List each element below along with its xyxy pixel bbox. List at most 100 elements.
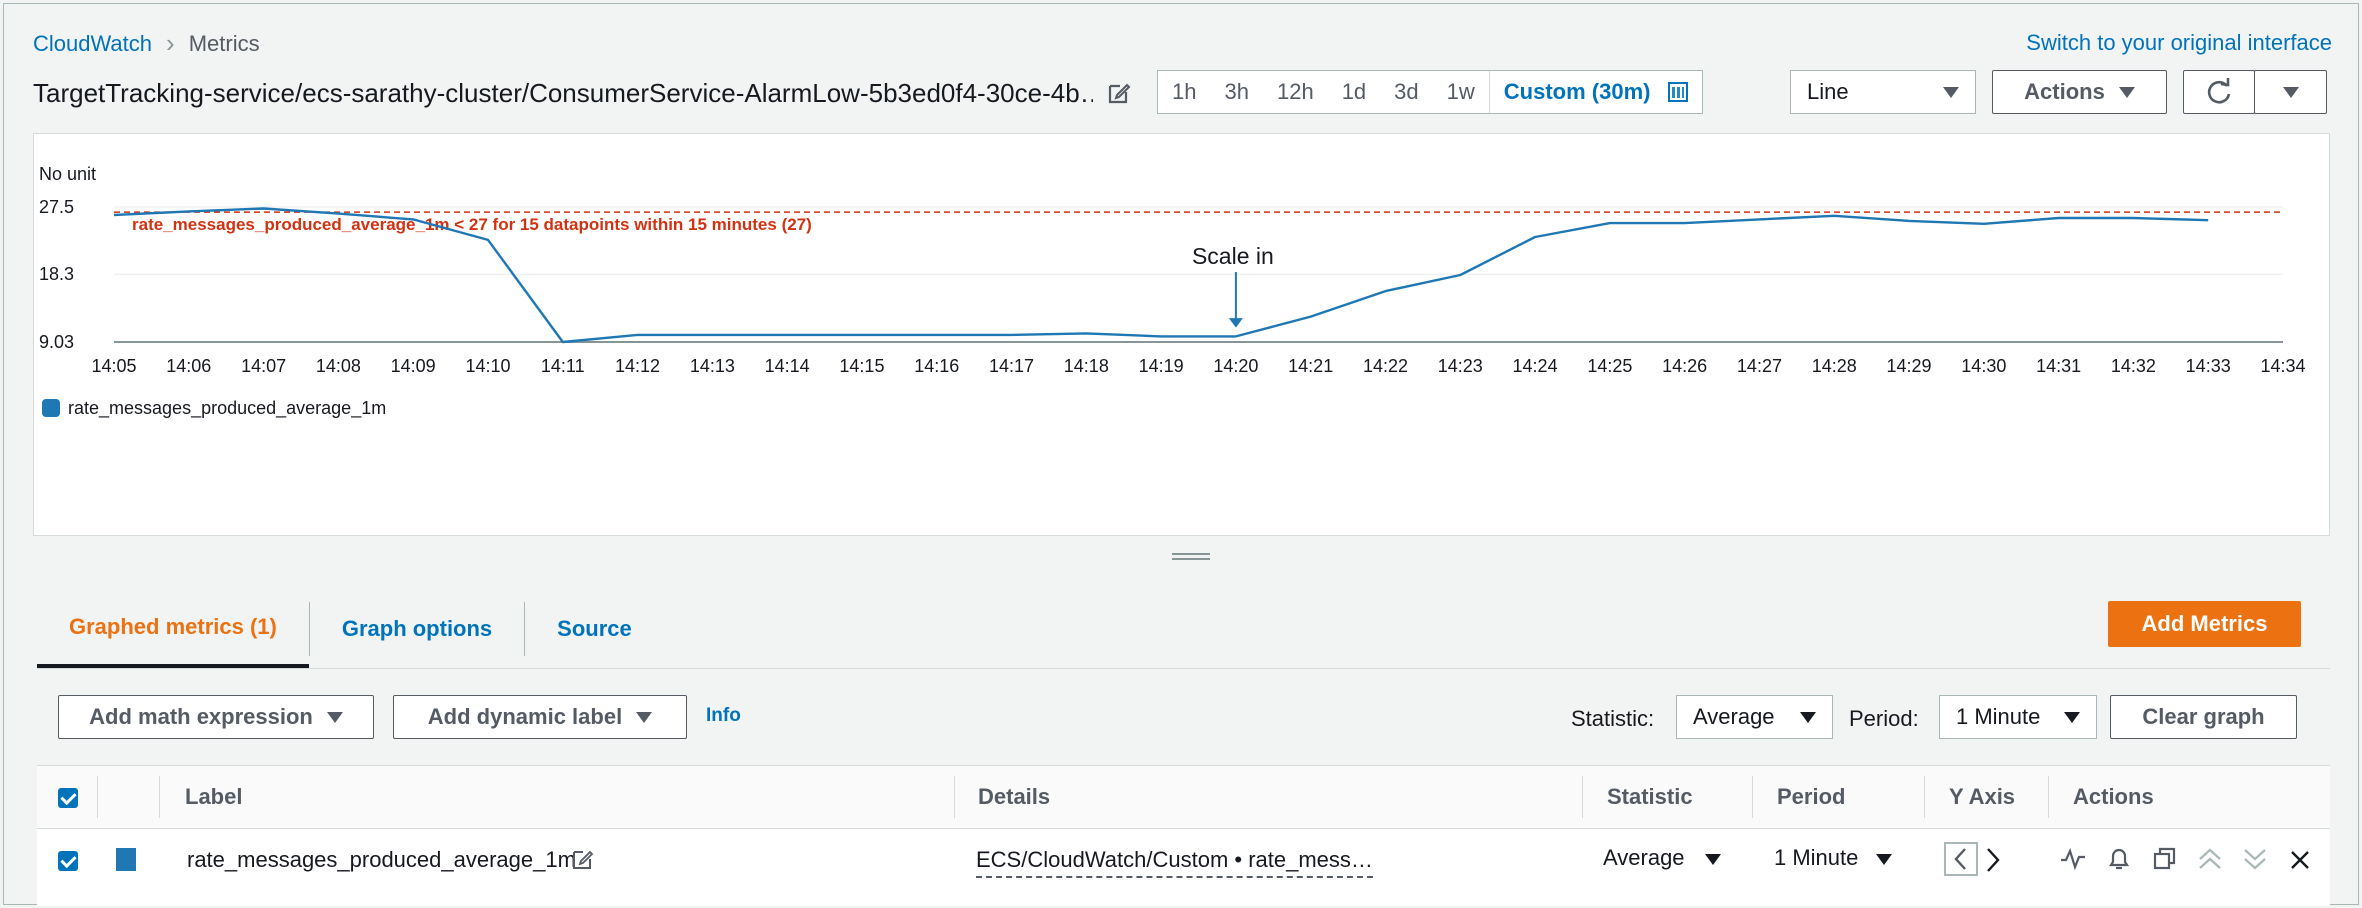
switch-interface-link[interactable]: Switch to your original interface: [2026, 30, 2332, 56]
breadcrumb: CloudWatch › Metrics: [33, 28, 260, 59]
range-3d[interactable]: 3d: [1380, 71, 1432, 113]
caret-down-icon[interactable]: [1705, 854, 1721, 865]
refresh-options-button[interactable]: [2254, 70, 2327, 114]
chart-type-value: Line: [1807, 79, 1849, 104]
column-divider: [1924, 776, 1925, 818]
column-y-axis[interactable]: Y Axis: [1949, 784, 2015, 810]
actions-label: Actions: [2024, 79, 2105, 104]
add-metrics-button[interactable]: Add Metrics: [2108, 601, 2301, 647]
range-1w[interactable]: 1w: [1433, 71, 1489, 113]
x-tick-label: 14:18: [1064, 356, 1109, 376]
chart-panel: No unit 9.03 18.3 27.5 14:05 14:06 14:07 14:08 1…: [33, 133, 2330, 536]
row-label[interactable]: rate_messages_produced_average_1m: [187, 847, 576, 873]
column-actions[interactable]: Actions: [2073, 784, 2154, 810]
x-tick-label: 14:30: [1961, 356, 2006, 376]
refresh-icon: [2207, 78, 2231, 104]
alarm-bell-icon[interactable]: [2106, 846, 2132, 872]
x-tick-label: 14:15: [839, 356, 884, 376]
x-tick-label: 14:27: [1737, 356, 1782, 376]
period-value: 1 Minute: [1956, 704, 2041, 729]
row-details[interactable]: ECS/CloudWatch/Custom • rate_mess…: [976, 847, 1373, 878]
x-tick-label: 14:24: [1513, 356, 1558, 376]
add-math-label: Add math expression: [89, 704, 313, 729]
range-1d[interactable]: 1d: [1328, 71, 1380, 113]
actions-button[interactable]: Actions: [1992, 70, 2167, 114]
edit-icon[interactable]: [1106, 80, 1132, 106]
clear-graph-button[interactable]: Clear graph: [2110, 695, 2297, 739]
y-tick-label: 18.3: [39, 264, 74, 284]
add-dynamic-label-button[interactable]: Add dynamic label: [393, 695, 687, 739]
annotation-label: Scale in: [1192, 243, 1274, 269]
add-math-expression-button[interactable]: Add math expression: [58, 695, 374, 739]
range-custom-label: Custom (30m): [1503, 79, 1651, 104]
x-tick-label: 14:21: [1288, 356, 1333, 376]
range-custom[interactable]: Custom (30m): [1488, 71, 1703, 113]
statistic-label: Statistic:: [1571, 706, 1655, 731]
y-axis-unit-label: No unit: [39, 164, 96, 184]
graph-icon[interactable]: [2060, 848, 2086, 870]
chart-type-select[interactable]: Line: [1790, 70, 1976, 114]
x-tick-label: 14:28: [1812, 356, 1857, 376]
tab-divider-line: [37, 668, 2330, 669]
range-1h[interactable]: 1h: [1158, 71, 1210, 113]
x-tick-label: 14:17: [989, 356, 1034, 376]
row-checkbox[interactable]: [58, 851, 78, 871]
legend-label: rate_messages_produced_average_1m: [68, 398, 386, 419]
breadcrumb-current: Metrics: [188, 30, 260, 56]
column-period[interactable]: Period: [1777, 784, 1845, 810]
breadcrumb-cloudwatch[interactable]: CloudWatch: [33, 31, 152, 57]
row-period[interactable]: 1 Minute: [1774, 845, 1858, 871]
x-tick-label: 14:20: [1213, 356, 1258, 376]
x-tick-label: 14:26: [1662, 356, 1707, 376]
x-tick-label: 14:13: [690, 356, 735, 376]
panel-resize-handle[interactable]: [1172, 553, 1210, 565]
x-tick-label: 14:31: [2036, 356, 2081, 376]
x-tick-label: 14:14: [765, 356, 810, 376]
range-3h[interactable]: 3h: [1210, 71, 1262, 113]
column-divider: [1752, 776, 1753, 818]
period-select[interactable]: 1 Minute: [1939, 695, 2097, 739]
caret-down-icon: [2118, 86, 2135, 98]
range-12h[interactable]: 12h: [1263, 71, 1328, 113]
caret-down-icon: [1943, 86, 1959, 98]
y-axis-left-icon[interactable]: [1944, 842, 1978, 876]
tab-graphed-metrics[interactable]: Graphed metrics (1): [37, 590, 309, 668]
info-link[interactable]: Info: [706, 705, 741, 727]
x-tick-label: 14:07: [241, 356, 286, 376]
x-tick-label: 14:22: [1363, 356, 1408, 376]
column-details[interactable]: Details: [978, 784, 1050, 810]
caret-down-icon: [2282, 86, 2299, 98]
column-divider: [159, 776, 160, 818]
move-up-icon[interactable]: [2196, 846, 2224, 872]
x-tick-label: 14:12: [615, 356, 660, 376]
x-tick-label: 14:06: [166, 356, 211, 376]
move-down-icon[interactable]: [2241, 846, 2269, 872]
tab-graph-options[interactable]: Graph options: [310, 590, 524, 668]
duplicate-icon[interactable]: [2152, 846, 2178, 872]
x-tick-label: 14:10: [465, 356, 510, 376]
line-chart: No unit 9.03 18.3 27.5 14:05 14:06 14:07 14:08 1…: [39, 164, 2306, 419]
table-header: Label Details Statistic Period Y Axis Ac…: [37, 766, 2330, 829]
x-tick-label: 14:09: [391, 356, 436, 376]
x-tick-label: 14:08: [316, 356, 361, 376]
close-icon[interactable]: [2288, 848, 2312, 872]
x-tick-label: 14:25: [1587, 356, 1632, 376]
calendar-icon: [1668, 82, 1689, 102]
select-all-checkbox[interactable]: [58, 788, 78, 808]
row-statistic[interactable]: Average: [1603, 845, 1685, 871]
metrics-tabs: Graphed metrics (1) Graph options Source: [37, 590, 664, 668]
add-dynamic-label: Add dynamic label: [427, 704, 623, 729]
statistic-value: Average: [1693, 704, 1775, 729]
x-tick-label: 14:19: [1139, 356, 1184, 376]
caret-down-icon[interactable]: [1876, 854, 1892, 865]
refresh-button[interactable]: [2183, 70, 2255, 114]
column-label[interactable]: Label: [185, 784, 242, 810]
y-axis-right-icon[interactable]: [1982, 846, 2004, 874]
period-label: Period:: [1849, 706, 1919, 731]
edit-icon[interactable]: [571, 847, 595, 871]
series-color-swatch[interactable]: [116, 848, 136, 871]
tab-source[interactable]: Source: [525, 590, 664, 668]
statistic-select[interactable]: Average: [1676, 695, 1833, 739]
column-statistic[interactable]: Statistic: [1607, 784, 1693, 810]
x-tick-label: 14:29: [1887, 356, 1932, 376]
